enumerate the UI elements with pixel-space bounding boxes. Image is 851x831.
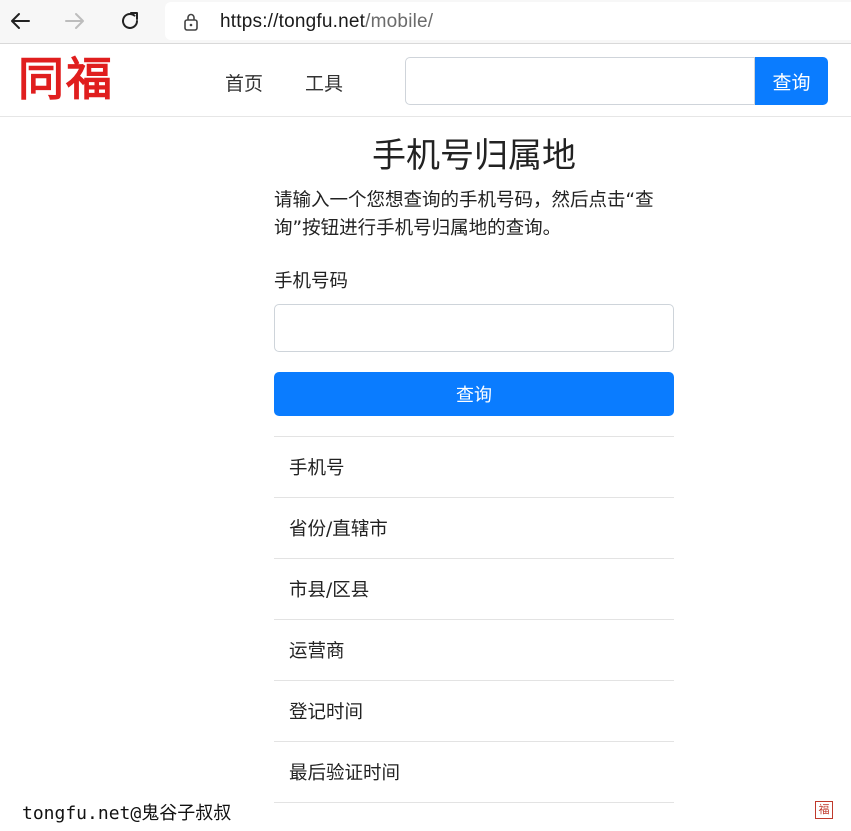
result-phone: 手机号 — [274, 437, 674, 498]
phone-number-input[interactable] — [274, 304, 674, 352]
result-register-time: 登记时间 — [274, 681, 674, 742]
forward-button[interactable] — [60, 6, 90, 36]
site-logo[interactable]: 同福 — [18, 53, 114, 105]
address-bar[interactable]: https://tongfu.net/mobile/ — [165, 2, 851, 40]
intro-text: 请输入一个您想查询的手机号码，然后点击“查询”按钮进行手机号归属地的查询。 — [274, 190, 654, 239]
url-host: https://tongfu.net — [220, 11, 366, 32]
query-button[interactable]: 查询 — [274, 372, 674, 416]
header-search-button[interactable]: 查询 — [755, 57, 828, 105]
result-province: 省份/直辖市 — [274, 498, 674, 559]
nav-tools-link[interactable]: 工具 — [305, 69, 343, 96]
nav-home-link[interactable]: 首页 — [225, 69, 263, 96]
reload-icon — [122, 12, 138, 29]
site-header: 同福 首页 工具 查询 — [0, 45, 851, 117]
url-text: https://tongfu.net/mobile/ — [220, 11, 433, 33]
phone-field-label: 手机号码 — [274, 271, 349, 292]
url-path: /mobile/ — [365, 11, 434, 32]
result-carrier: 运营商 — [274, 620, 674, 681]
result-list: 手机号 省份/直辖市 市县/区县 运营商 登记时间 最后验证时间 — [274, 436, 674, 803]
forward-arrow-icon — [65, 13, 84, 29]
header-search-input[interactable] — [405, 57, 755, 105]
back-arrow-icon — [11, 13, 30, 29]
browser-toolbar: https://tongfu.net/mobile/ — [0, 0, 851, 44]
lock-icon — [184, 13, 198, 31]
reload-button[interactable] — [115, 6, 145, 36]
seal-stamp: 福 — [815, 801, 833, 819]
watermark-text: tongfu.net@鬼谷子叔叔 — [22, 803, 232, 824]
result-last-verify-time: 最后验证时间 — [274, 742, 674, 803]
result-city: 市县/区县 — [274, 559, 674, 620]
back-button[interactable] — [5, 6, 35, 36]
page-title: 手机号归属地 — [372, 136, 576, 176]
